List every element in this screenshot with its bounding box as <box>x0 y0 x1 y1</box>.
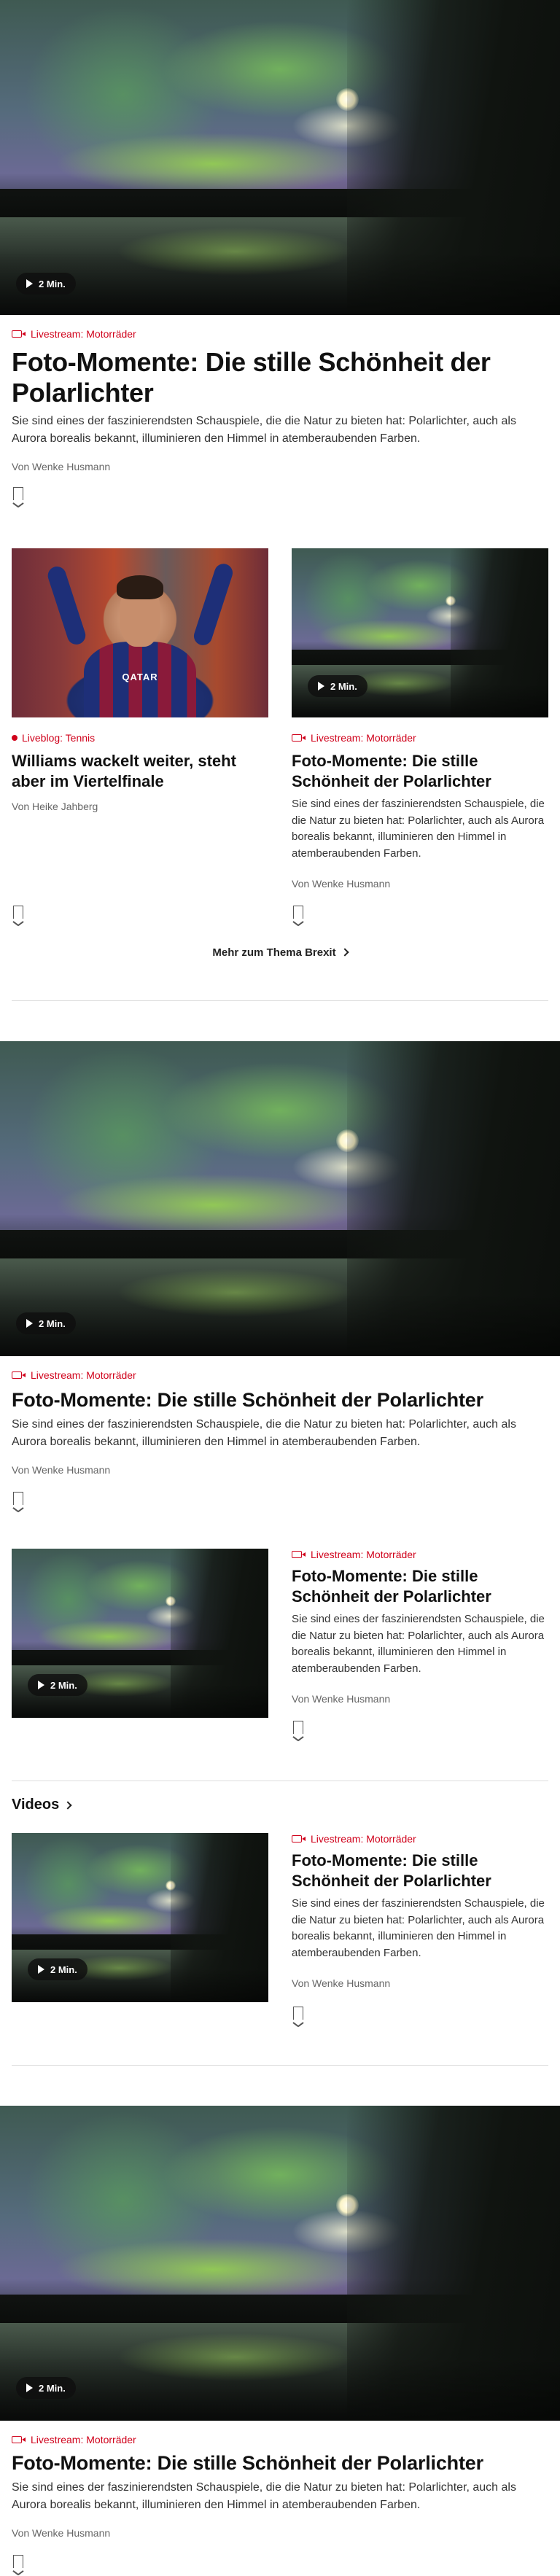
bookmark-icon[interactable] <box>13 2555 23 2568</box>
hero1-image[interactable]: 2 Min. <box>0 0 560 315</box>
video-duration-badge[interactable]: 2 Min. <box>308 675 368 697</box>
grid-left-author: Von Heike Jahberg <box>12 801 98 812</box>
bookmark-icon[interactable] <box>293 1721 303 1734</box>
side1-kicker-label: Livestream: Motorräder <box>311 1549 416 1560</box>
grid-left-title[interactable]: Williams wackelt weiter, steht aber im V… <box>12 751 260 791</box>
grid-right-title[interactable]: Foto-Momente: Die stille Schönheit der P… <box>292 751 548 791</box>
hero2-title[interactable]: Foto-Momente: Die stille Schönheit der P… <box>12 1388 548 1412</box>
video-camera-icon <box>12 2436 26 2443</box>
side1-author: Von Wenke Husmann <box>292 1693 391 1705</box>
divider <box>12 1000 548 1001</box>
video-camera-icon <box>292 1551 306 1558</box>
video-duration-badge[interactable]: 2 Min. <box>28 1674 88 1696</box>
more-topic-label: Mehr zum Thema Brexit <box>212 946 336 959</box>
live-dot-icon <box>12 735 18 741</box>
video-duration: 2 Min. <box>39 278 66 289</box>
video-duration-badge[interactable]: 2 Min. <box>16 273 76 295</box>
video-camera-icon <box>12 1371 26 1379</box>
side2-kicker-label: Livestream: Motorräder <box>311 1833 416 1845</box>
hero2-kicker-label: Livestream: Motorräder <box>31 1369 136 1381</box>
video-duration: 2 Min. <box>39 1318 66 1329</box>
hero3-kicker[interactable]: Livestream: Motorräder <box>12 2434 136 2445</box>
bookmark-icon[interactable] <box>293 906 303 919</box>
divider <box>12 2065 548 2066</box>
video-camera-icon <box>12 330 26 338</box>
hero1-author: Von Wenke Husmann <box>12 461 111 472</box>
hero3-author: Von Wenke Husmann <box>12 2527 111 2539</box>
bookmark-icon[interactable] <box>293 2007 303 2020</box>
video-duration: 2 Min. <box>50 1679 77 1691</box>
video-camera-icon <box>292 1835 306 1842</box>
page: 2 Min. Livestream: Motorräder Foto-Momen… <box>0 0 560 2576</box>
grid-left-image[interactable]: QATAR <box>12 548 268 717</box>
video-camera-icon <box>292 734 306 742</box>
side1-teaser: Sie sind eines der faszinierendsten Scha… <box>292 1613 545 1675</box>
hero1-title[interactable]: Foto-Momente: Die stille Schönheit der P… <box>12 347 537 409</box>
video-duration-badge[interactable]: 2 Min. <box>28 1958 88 1980</box>
grid-right-kicker[interactable]: Livestream: Motorräder <box>292 732 416 744</box>
bookmark-icon[interactable] <box>13 1492 23 1505</box>
videos-heading-label: Videos <box>12 1797 60 1813</box>
bookmark-icon[interactable] <box>13 906 23 919</box>
play-icon <box>318 682 324 690</box>
more-topic-link[interactable]: Mehr zum Thema Brexit <box>0 946 560 959</box>
play-icon <box>26 2384 33 2392</box>
grid-right-author: Von Wenke Husmann <box>292 878 391 890</box>
grid-right-image[interactable]: 2 Min. <box>292 548 548 717</box>
hero3-image[interactable]: 2 Min. <box>0 2106 560 2421</box>
hero1-kicker[interactable]: Livestream: Motorräder <box>12 328 136 340</box>
videos-section-heading[interactable]: Videos <box>12 1797 72 1813</box>
side2-author: Von Wenke Husmann <box>292 1977 391 1989</box>
hero1-teaser: Sie sind eines der faszinierendsten Scha… <box>12 415 516 445</box>
video-duration: 2 Min. <box>39 2382 66 2394</box>
side1-title[interactable]: Foto-Momente: Die stille Schönheit der P… <box>292 1566 548 1606</box>
play-icon <box>38 1965 44 1974</box>
jersey-sponsor-text: QATAR <box>122 672 158 683</box>
hero2-image[interactable]: 2 Min. <box>0 1041 560 1356</box>
video-duration-badge[interactable]: 2 Min. <box>16 2377 76 2399</box>
side2-kicker[interactable]: Livestream: Motorräder <box>292 1833 416 1845</box>
side2-title[interactable]: Foto-Momente: Die stille Schönheit der P… <box>292 1851 548 1891</box>
hero2-teaser: Sie sind eines der faszinierendsten Scha… <box>12 1418 516 1448</box>
chevron-right-icon <box>340 948 349 957</box>
video-duration-badge[interactable]: 2 Min. <box>16 1312 76 1334</box>
side1-image[interactable]: 2 Min. <box>12 1549 268 1718</box>
hero2-author: Von Wenke Husmann <box>12 1464 111 1476</box>
side2-teaser: Sie sind eines der faszinierendsten Scha… <box>292 1897 545 1959</box>
play-icon <box>26 279 33 288</box>
chevron-right-icon <box>63 1801 72 1810</box>
hero3-teaser: Sie sind eines der faszinierendsten Scha… <box>12 2481 516 2511</box>
grid-left-kicker[interactable]: Liveblog: Tennis <box>12 732 95 744</box>
hero1-kicker-label: Livestream: Motorräder <box>31 328 136 340</box>
video-duration: 2 Min. <box>330 680 357 692</box>
play-icon <box>38 1681 44 1689</box>
side1-kicker[interactable]: Livestream: Motorräder <box>292 1549 416 1560</box>
grid-right-teaser: Sie sind eines der faszinierendsten Scha… <box>292 798 545 860</box>
grid-left-kicker-label: Liveblog: Tennis <box>22 732 96 744</box>
hero3-title[interactable]: Foto-Momente: Die stille Schönheit der P… <box>12 2451 548 2475</box>
side2-image[interactable]: 2 Min. <box>12 1833 268 2002</box>
hero2-kicker[interactable]: Livestream: Motorräder <box>12 1369 136 1381</box>
hero3-kicker-label: Livestream: Motorräder <box>31 2434 136 2445</box>
bookmark-icon[interactable] <box>13 487 23 500</box>
grid-right-kicker-label: Livestream: Motorräder <box>311 732 416 744</box>
play-icon <box>26 1319 33 1328</box>
video-duration: 2 Min. <box>50 1964 77 1975</box>
